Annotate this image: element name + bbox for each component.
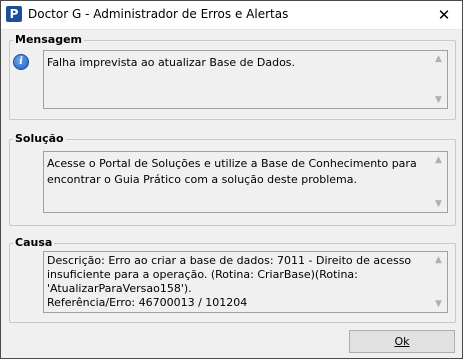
window-title: Doctor G - Administrador de Erros e Aler… bbox=[28, 7, 289, 21]
solucao-label: Solução bbox=[13, 132, 66, 145]
scroll-down-icon[interactable]: ▼ bbox=[430, 94, 447, 106]
mensagem-scrollbar[interactable]: ▲ ▼ bbox=[430, 51, 447, 108]
causa-scrollbar[interactable]: ▲ ▼ bbox=[430, 252, 447, 312]
title-bar[interactable]: P Doctor G - Administrador de Erros e Al… bbox=[1, 1, 462, 30]
dialog-window: P Doctor G - Administrador de Erros e Al… bbox=[0, 0, 463, 359]
scroll-down-icon[interactable]: ▼ bbox=[430, 198, 447, 210]
ok-button[interactable]: Ok bbox=[349, 330, 455, 353]
app-logo-icon: P bbox=[6, 6, 22, 22]
scroll-up-icon[interactable]: ▲ bbox=[430, 154, 447, 166]
mensagem-text: Falha imprevista ao atualizar Base de Da… bbox=[47, 56, 296, 69]
scroll-up-icon[interactable]: ▲ bbox=[430, 254, 447, 266]
mensagem-label: Mensagem bbox=[13, 33, 85, 46]
causa-text: Descrição: Erro ao criar a base de dados… bbox=[47, 254, 412, 309]
scroll-down-icon[interactable]: ▼ bbox=[430, 298, 447, 310]
solucao-textbox[interactable]: Acesse o Portal de Soluções e utilize a … bbox=[43, 151, 448, 213]
info-icon: i bbox=[13, 54, 29, 70]
causa-label: Causa bbox=[13, 236, 55, 249]
causa-textbox[interactable]: Descrição: Erro ao criar a base de dados… bbox=[43, 251, 448, 313]
solucao-scrollbar[interactable]: ▲ ▼ bbox=[430, 152, 447, 212]
close-button[interactable]: ✕ bbox=[426, 1, 462, 29]
mensagem-textbox[interactable]: Falha imprevista ao atualizar Base de Da… bbox=[43, 50, 448, 109]
solucao-text: Acesse o Portal de Soluções e utilize a … bbox=[47, 157, 421, 186]
scroll-up-icon[interactable]: ▲ bbox=[430, 53, 447, 65]
ok-button-label: Ok bbox=[394, 335, 410, 348]
